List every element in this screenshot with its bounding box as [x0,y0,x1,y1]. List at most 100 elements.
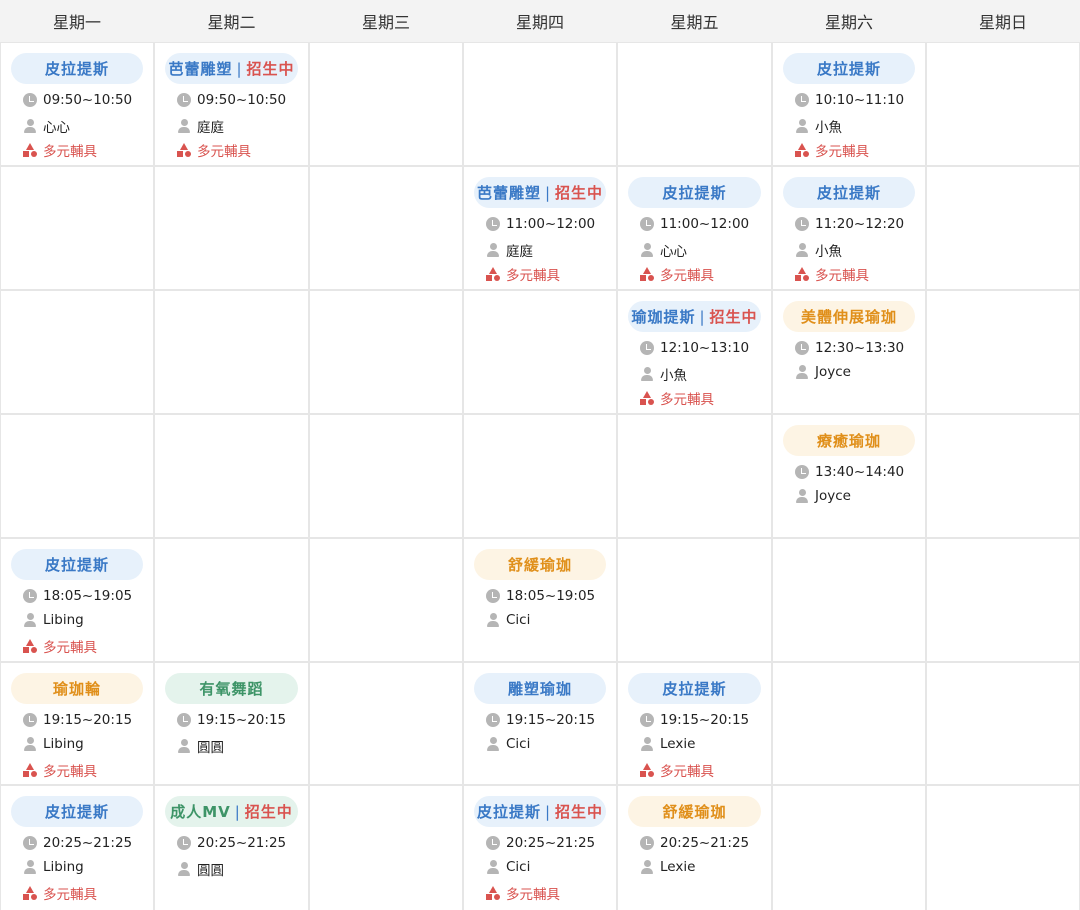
class-time-text: 12:30~13:30 [815,340,905,356]
recruiting-badge: 招生中 [555,803,604,821]
recruiting-badge: 招生中 [246,60,295,78]
schedule-cell: 成人MV | 招生中 20:25~21:25 圓圓 [155,786,308,910]
class-time-text: 18:05~19:05 [43,588,133,604]
class-name-pill[interactable]: 皮拉提斯 [628,177,761,208]
class-card[interactable]: 芭蕾雕塑 | 招生中 11:00~12:00 庭庭 多元輔具 [464,167,616,289]
person-icon [640,860,654,874]
class-name-pill[interactable]: 皮拉提斯 [628,673,761,704]
class-card[interactable]: 皮拉提斯 | 招生中 20:25~21:25 Cici 多元輔具 [464,786,616,910]
class-name: 皮拉提斯 [816,60,881,78]
class-teacher-text: Joyce [815,488,851,504]
class-props-row: 多元輔具 [486,264,560,284]
class-card[interactable]: 舒緩瑜珈 20:25~21:25 Lexie [618,786,771,910]
class-props-text: 多元輔具 [43,887,97,903]
person-icon [486,243,500,257]
class-name-pill[interactable]: 療癒瑜珈 [783,425,915,456]
clock-icon [795,341,809,355]
person-icon [23,860,37,874]
shapes-icon [177,143,191,157]
class-card[interactable]: 成人MV | 招生中 20:25~21:25 圓圓 [155,786,308,910]
class-card[interactable]: 舒緩瑜珈 18:05~19:05 Cici [464,539,616,661]
class-name: 成人MV [170,803,231,821]
class-card[interactable]: 芭蕾雕塑 | 招生中 09:50~10:50 庭庭 多元輔具 [155,43,308,165]
class-card[interactable]: 皮拉提斯 20:25~21:25 Libing 多元輔具 [1,786,153,910]
weekday-header: 星期二 [154,0,309,42]
class-name-pill[interactable]: 皮拉提斯 [783,53,915,84]
class-card[interactable]: 皮拉提斯 09:50~10:50 心心 多元輔具 [1,43,153,165]
class-card[interactable]: 皮拉提斯 10:10~11:10 小魚 多元輔具 [773,43,925,165]
class-card[interactable]: 有氧舞蹈 19:15~20:15 圓圓 [155,663,308,784]
class-name-pill[interactable]: 瑜珈輪 [11,673,143,704]
class-props-text: 多元輔具 [197,144,251,160]
class-name-pill[interactable]: 皮拉提斯 [11,53,143,84]
class-props-text: 多元輔具 [506,887,560,903]
weekday-header: 星期一 [0,0,154,42]
class-card[interactable]: 瑜珈輪 19:15~20:15 Libing 多元輔具 [1,663,153,784]
class-time-text: 10:10~11:10 [815,92,905,108]
class-time-text: 19:15~20:15 [43,712,133,728]
class-name-pill[interactable]: 瑜珈提斯 | 招生中 [628,301,761,332]
clock-icon [486,217,500,231]
class-name-pill[interactable]: 皮拉提斯 | 招生中 [474,796,606,827]
schedule-cell: 皮拉提斯 10:10~11:10 小魚 多元輔具 [773,43,925,165]
class-teacher-text: 庭庭 [506,244,533,260]
class-time-row: 09:50~10:50 [23,92,132,108]
clock-icon [23,93,37,107]
class-card[interactable]: 美體伸展瑜珈 12:30~13:30 Joyce [773,291,925,413]
class-name-pill[interactable]: 舒緩瑜珈 [474,549,606,580]
class-name-pill[interactable]: 皮拉提斯 [11,796,143,827]
class-name-pill[interactable]: 成人MV | 招生中 [165,796,298,827]
class-name-pill[interactable]: 舒緩瑜珈 [628,796,761,827]
class-name-pill[interactable]: 皮拉提斯 [783,177,915,208]
schedule-cell [464,43,616,165]
person-icon [486,737,500,751]
class-teacher-row: 圓圓 [177,736,224,756]
person-icon [177,119,191,133]
schedule-cell [155,167,308,289]
class-name-pill[interactable]: 芭蕾雕塑 | 招生中 [165,53,298,84]
class-card[interactable]: 皮拉提斯 19:15~20:15 Lexie 多元輔具 [618,663,771,784]
class-name-pill[interactable]: 皮拉提斯 [11,549,143,580]
clock-icon [640,217,654,231]
class-name-pill[interactable]: 美體伸展瑜珈 [783,301,915,332]
class-teacher-row: Joyce [795,364,851,380]
schedule-cell [773,786,925,910]
class-card[interactable]: 雕塑瑜珈 19:15~20:15 Cici [464,663,616,784]
class-time-text: 20:25~21:25 [43,835,133,851]
class-props-text: 多元輔具 [43,144,97,160]
class-card[interactable]: 療癒瑜珈 13:40~14:40 Joyce [773,415,925,537]
class-name: 有氧舞蹈 [199,680,264,698]
person-icon [486,860,500,874]
pill-separator: | [234,802,241,821]
schedule-cell [927,539,1079,661]
class-name-pill[interactable]: 芭蕾雕塑 | 招生中 [474,177,606,208]
pill-separator: | [544,183,552,202]
weekday-header: 星期四 [463,0,617,42]
class-teacher-text: Lexie [660,859,696,875]
clock-icon [486,836,500,850]
class-card[interactable]: 皮拉提斯 18:05~19:05 Libing 多元輔具 [1,539,153,661]
class-card[interactable]: 皮拉提斯 11:20~12:20 小魚 多元輔具 [773,167,925,289]
class-name-pill[interactable]: 雕塑瑜珈 [474,673,606,704]
class-teacher-text: 庭庭 [197,120,224,136]
person-icon [640,243,654,257]
clock-icon [640,713,654,727]
clock-icon [795,217,809,231]
class-teacher-text: 心心 [660,244,687,260]
class-teacher-row: Cici [486,736,530,752]
shapes-icon [640,391,654,405]
schedule-cell: 皮拉提斯 11:00~12:00 心心 多元輔具 [618,167,771,289]
schedule-cell [618,415,771,537]
class-teacher-row: Libing [23,612,84,628]
shapes-icon [640,267,654,281]
class-card[interactable]: 瑜珈提斯 | 招生中 12:10~13:10 小魚 多元輔具 [618,291,771,413]
class-name-pill[interactable]: 有氧舞蹈 [165,673,298,704]
class-time-text: 12:10~13:10 [660,340,750,356]
class-name: 芭蕾雕塑 [476,184,541,202]
class-time-row: 18:05~19:05 [486,588,595,604]
schedule-cell [927,43,1079,165]
person-icon [177,739,191,753]
class-teacher-text: Cici [506,859,531,875]
class-card[interactable]: 皮拉提斯 11:00~12:00 心心 多元輔具 [618,167,771,289]
schedule-cell: 芭蕾雕塑 | 招生中 09:50~10:50 庭庭 多元輔具 [155,43,308,165]
